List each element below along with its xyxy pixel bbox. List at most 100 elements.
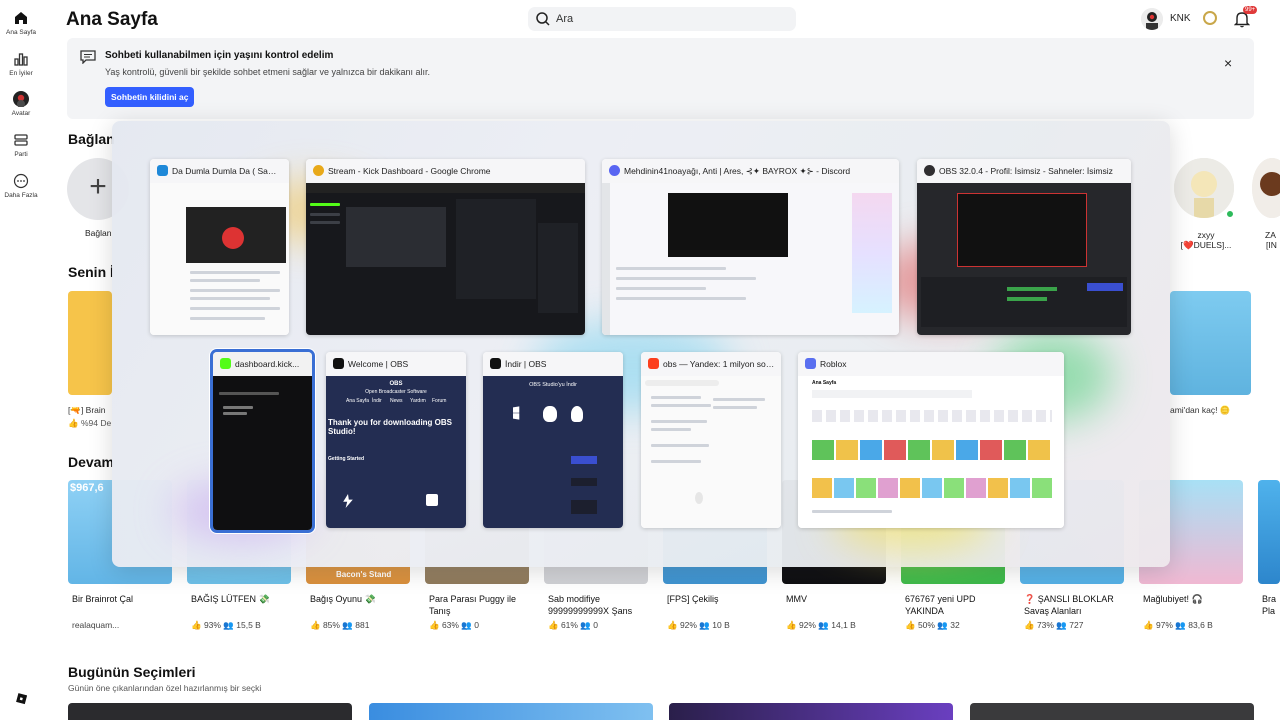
window-thumbnail-roblox[interactable]: Roblox Ana Sayfa: [798, 352, 1064, 528]
obs-icon: [490, 358, 501, 369]
todays-pick-card[interactable]: [369, 703, 653, 720]
game-stats: 👍 50% 👥 32: [905, 620, 960, 630]
nav-item-party[interactable]: Parti: [0, 132, 42, 158]
continue-title: Devam: [68, 454, 114, 470]
roblox-logo-icon[interactable]: [15, 693, 27, 705]
game-name: 676767 yeni UPD YAKINDA: [905, 594, 976, 616]
banner-title: Sohbeti kullanabilmen için yaşını kontro…: [105, 50, 334, 61]
friend-status: [❤️DUELS]...: [1180, 240, 1232, 250]
top-header: Ana Sayfa KNK 99+: [42, 0, 1280, 38]
search-bar[interactable]: [528, 7, 796, 31]
game-stats: 👍 92% 👥 10 B: [667, 620, 730, 630]
search-input[interactable]: [556, 10, 786, 28]
audio-meter: [1007, 287, 1057, 291]
roblox-icon: [805, 358, 816, 369]
game-stats: 👍 63% 👥 0: [429, 620, 479, 630]
nav-item-avatar[interactable]: Avatar: [0, 91, 42, 117]
connections-title: Bağlan: [68, 131, 115, 147]
apple-logo-icon: [543, 406, 557, 422]
recommended-title: Senin İ: [68, 264, 114, 280]
obs-download-button-steam: [571, 500, 597, 514]
notification-badge: 99+: [1243, 6, 1258, 14]
yandex-search-field: [645, 380, 719, 386]
window-thumbnail-discord[interactable]: Mehdinin41noayağı, Anti | Ares, ⊰✦ BAYRO…: [602, 159, 899, 335]
window-title: İndir | OBS: [505, 359, 547, 369]
window-titlebar: dashboard.kick...: [213, 352, 312, 376]
age-check-banner: Sohbeti kullanabilmen için yaşını kontro…: [67, 38, 1254, 119]
game-name: Bir Brainrot Çal: [72, 594, 134, 604]
nav-item-more[interactable]: Daha Fazla: [0, 173, 42, 199]
window-thumbnail-obs[interactable]: OBS 32.0.4 - Profil: İsimsiz - Sahneler:…: [917, 159, 1131, 335]
chat-panel: [456, 199, 536, 299]
browser-toolbar: [306, 183, 585, 193]
window-thumbnail-yandex[interactable]: obs — Yandex: 1 milyon son...: [641, 352, 781, 528]
todays-pick-card[interactable]: [68, 703, 352, 720]
username[interactable]: KNK: [1170, 13, 1191, 24]
unlock-chat-button[interactable]: Sohbetin kilidini aç: [105, 87, 195, 107]
window-titlebar: Mehdinin41noayağı, Anti | Ares, ⊰✦ BAYRO…: [602, 159, 899, 183]
game-stats: 👍 93% 👥 15,5 B: [191, 620, 261, 630]
friend-name: zxyy: [1197, 230, 1215, 240]
nav-label-charts: En İyiler: [9, 70, 33, 77]
window-preview: [917, 183, 1131, 335]
robux-icon[interactable]: [1203, 11, 1217, 25]
user-avatar[interactable]: [1141, 8, 1163, 30]
game-stats: 👍 97% 👥 83,6 B: [1143, 620, 1213, 630]
window-thumbnail-obs-download[interactable]: İndir | OBS OBS Studio'yu İndir: [483, 352, 623, 528]
close-icon[interactable]: ×: [1224, 55, 1232, 71]
recommended-game-title: ami'dan kaç! 🪙: [1170, 405, 1231, 415]
window-preview: OBS Studio'yu İndir: [483, 376, 623, 528]
start-streaming-button: [1087, 283, 1123, 291]
window-preview: [150, 183, 289, 335]
game-stats: 👍 92% 👥 14,1 B: [786, 620, 856, 630]
roblox-preview-games: [812, 478, 1052, 498]
friend-avatar-image: [1174, 158, 1234, 218]
game-thumbnail: [1258, 480, 1280, 584]
stream-preview: [346, 207, 446, 267]
todays-pick-card[interactable]: [669, 703, 953, 720]
obs-nav-download: İndir: [372, 398, 382, 404]
friend-avatar[interactable]: [1174, 158, 1234, 218]
nav-label-party: Parti: [14, 151, 28, 158]
nav-label-more: Daha Fazla: [4, 192, 38, 199]
window-thumbnail-kick[interactable]: dashboard.kick...: [213, 352, 312, 530]
windows-logo-icon: [513, 406, 520, 420]
home-icon: [15, 12, 27, 24]
game-name: Bağış Oyunu 💸: [310, 594, 376, 604]
roblox-preview-games: [812, 440, 1052, 460]
game-name: BAĞIŞ LÜTFEN 💸: [191, 594, 270, 604]
nav-item-charts[interactable]: En İyiler: [0, 51, 42, 77]
roblox-preview-banner: [812, 390, 972, 398]
nav-item-home[interactable]: Ana Sayfa: [0, 10, 42, 36]
charts-icon: [14, 53, 28, 66]
window-titlebar: obs — Yandex: 1 milyon son...: [641, 352, 781, 376]
kick-icon: [220, 358, 231, 369]
user-avatar-icon: [1141, 8, 1163, 30]
task-switcher: Da Dumla Dumla Da ( Same... Stream - Kic…: [112, 121, 1170, 567]
window-thumbnail-chrome[interactable]: Stream - Kick Dashboard - Google Chrome: [306, 159, 585, 335]
obs-preview-canvas: [957, 193, 1087, 267]
window-thumbnail-obs-welcome[interactable]: Welcome | OBS OBS Open Broadcaster Softw…: [326, 352, 466, 528]
window-titlebar: Stream - Kick Dashboard - Google Chrome: [306, 159, 585, 183]
game-stats: realaquam...: [72, 620, 120, 630]
window-titlebar: Roblox: [798, 352, 1064, 376]
recommended-game-thumbnail[interactable]: [1170, 291, 1251, 395]
game-name: Para Parası Puggy ile Tanış: [429, 594, 517, 616]
server-list: [602, 183, 610, 335]
window-preview: [641, 376, 781, 528]
window-thumbnail-edge[interactable]: Da Dumla Dumla Da ( Same...: [150, 159, 289, 335]
nav-label-avatar: Avatar: [11, 110, 31, 117]
recommended-game-thumbnail[interactable]: [68, 291, 112, 395]
todays-pick-card[interactable]: [970, 703, 1254, 720]
linux-logo-icon: [571, 406, 583, 422]
friend-avatar[interactable]: [1252, 158, 1280, 218]
game-stats: 👍 61% 👥 0: [548, 620, 598, 630]
obs-download-heading: OBS Studio'yu İndir: [529, 382, 577, 388]
side-panel: [538, 223, 578, 313]
window-preview: [306, 183, 585, 335]
friend-avatar-image: [1252, 158, 1280, 218]
friend-status: [IN: [1266, 240, 1277, 250]
party-icon: [14, 134, 28, 146]
edge-icon: [157, 165, 168, 176]
game-name: ❓ ŞANSLI BLOKLAR Savaş Alanları: [1024, 594, 1114, 616]
